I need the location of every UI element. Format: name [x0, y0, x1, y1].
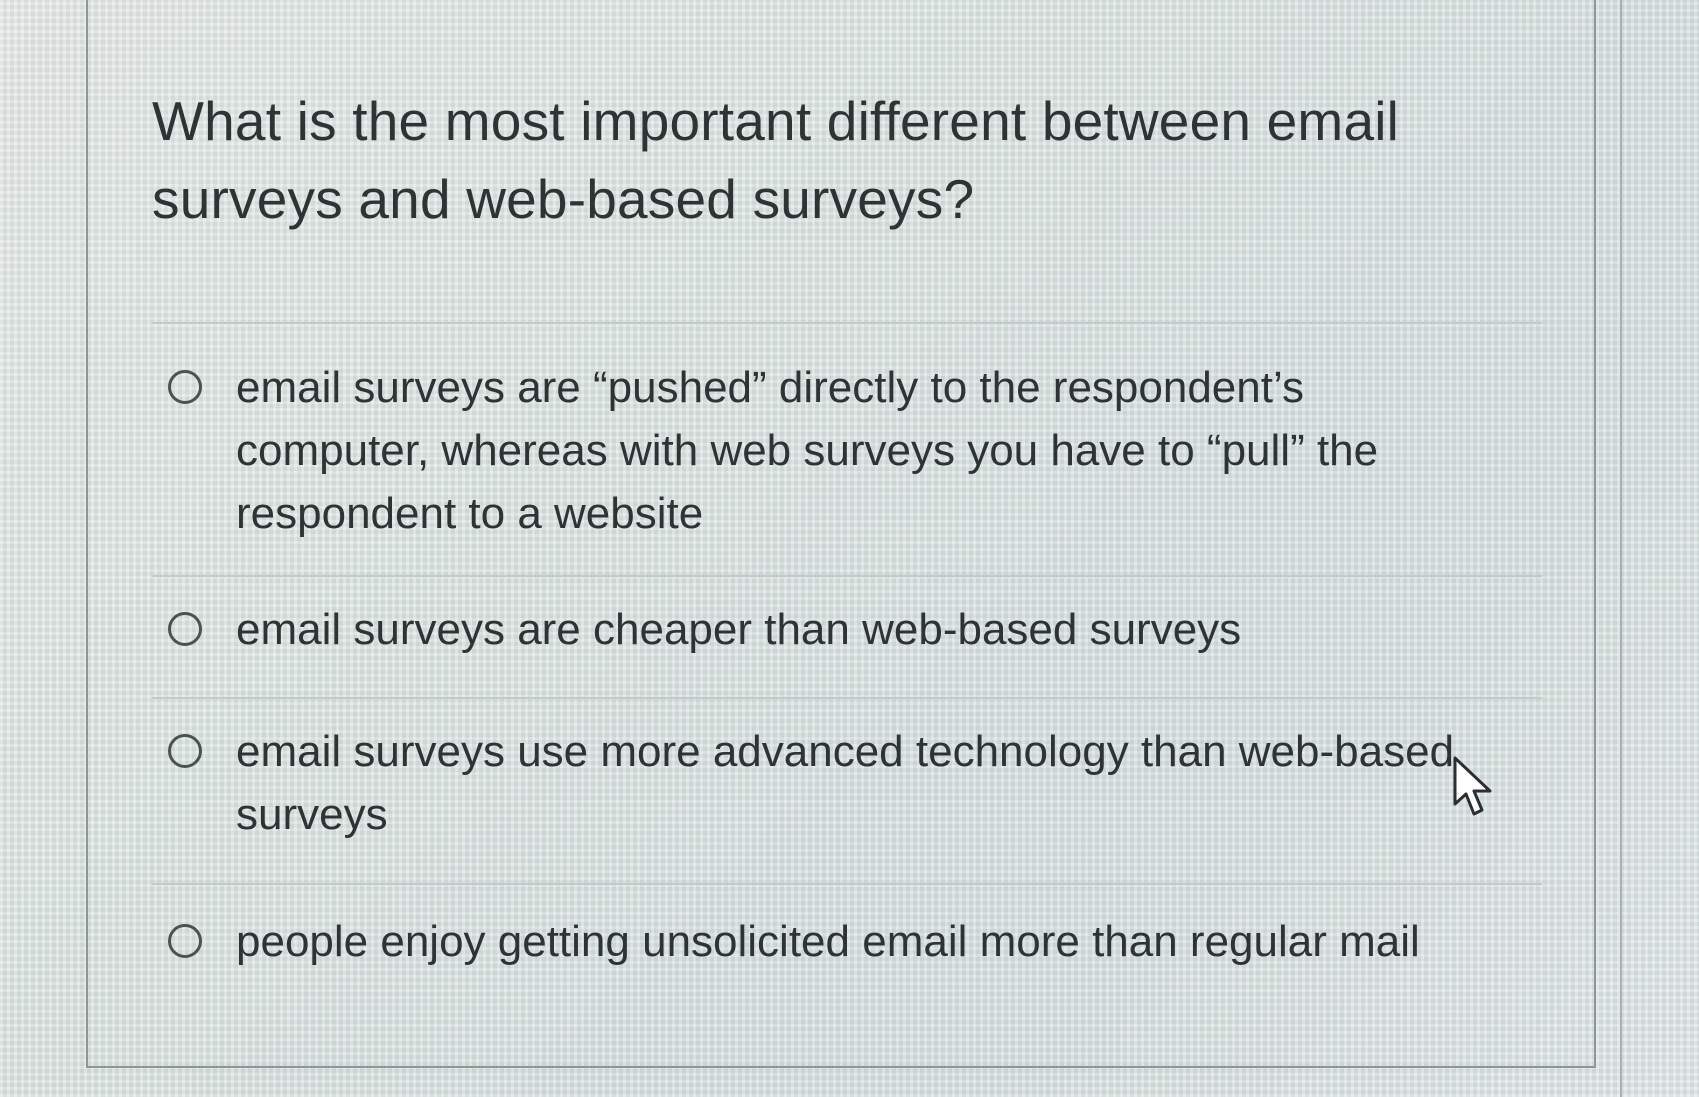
answer-label: email surveys are cheaper than web-based…	[236, 605, 1242, 654]
radio-circle-icon[interactable]	[168, 370, 202, 404]
question-text: What is the most important different bet…	[152, 90, 1400, 230]
divider	[152, 575, 1542, 577]
radio-circle-icon[interactable]	[168, 734, 202, 768]
answer-label: people enjoy getting unsolicited email m…	[236, 917, 1420, 966]
answer-label: email surveys use more advanced technolo…	[236, 727, 1455, 839]
quiz-screen: What is the most important different bet…	[0, 0, 1699, 1097]
screen-edge-line	[1620, 0, 1622, 1097]
answer-option-1[interactable]: email surveys are “pushed” directly to t…	[168, 356, 1468, 546]
divider	[152, 883, 1542, 885]
divider	[152, 322, 1542, 324]
answer-option-3[interactable]: email surveys use more advanced technolo…	[168, 720, 1468, 850]
radio-circle-icon[interactable]	[168, 612, 202, 646]
answer-option-2[interactable]: email surveys are cheaper than web-based…	[168, 598, 1468, 668]
answer-label: email surveys are “pushed” directly to t…	[236, 363, 1379, 538]
divider	[152, 697, 1542, 699]
answer-option-4[interactable]: people enjoy getting unsolicited email m…	[168, 910, 1468, 980]
radio-circle-icon[interactable]	[168, 924, 202, 958]
mouse-pointer-icon	[1453, 756, 1492, 816]
